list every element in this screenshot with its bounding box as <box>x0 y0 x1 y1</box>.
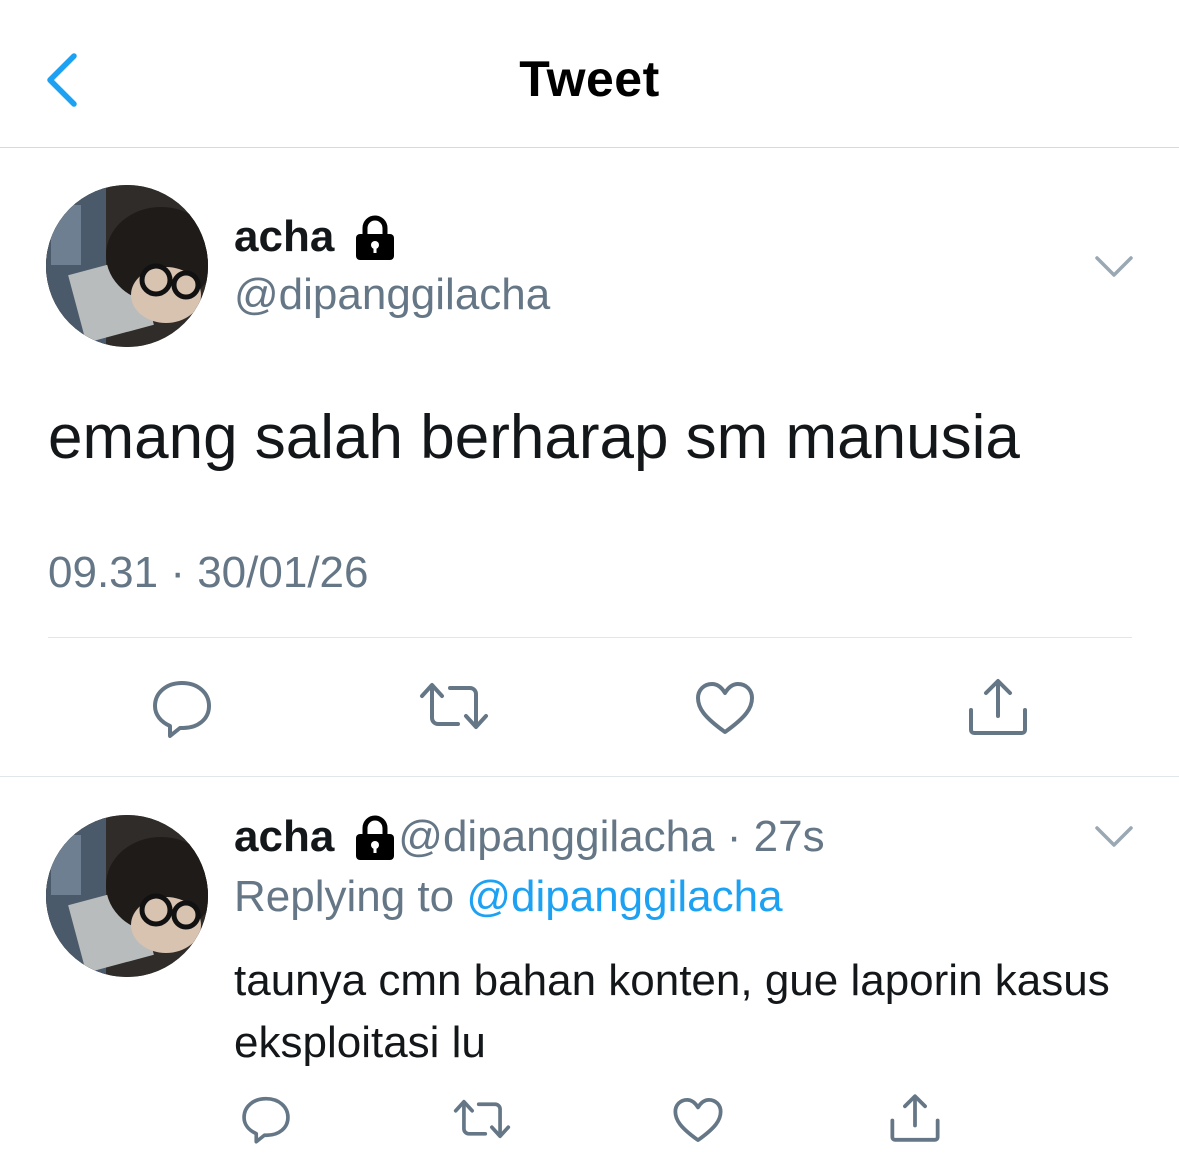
display-name[interactable]: acha <box>234 212 334 262</box>
avatar[interactable] <box>46 185 208 347</box>
lock-icon <box>356 815 394 860</box>
like-icon[interactable] <box>672 1096 724 1144</box>
divider <box>48 637 1132 638</box>
retweet-icon[interactable] <box>418 678 490 734</box>
share-icon[interactable] <box>888 1092 942 1144</box>
chevron-down-icon[interactable] <box>1092 252 1136 282</box>
user-handle[interactable]: @dipanggilacha <box>234 270 550 320</box>
like-icon[interactable] <box>694 680 756 736</box>
reply-header: acha @dipanggilacha · 27s <box>234 812 825 862</box>
tweet-time-ago[interactable]: 27s <box>754 812 825 861</box>
retweet-icon[interactable] <box>452 1096 512 1142</box>
tweet-text: taunya cmn bahan konten, gue laporin kas… <box>234 956 1110 1067</box>
tweet-timestamp[interactable]: 09.31 · 30/01/26 <box>48 548 368 598</box>
user-handle[interactable]: @dipanggilacha <box>398 812 714 861</box>
page-title: Tweet <box>519 51 660 107</box>
mention-link[interactable]: @dipanggilacha <box>466 872 782 921</box>
avatar-photo <box>46 815 208 977</box>
nav-header: Tweet <box>0 0 1179 148</box>
chevron-down-icon[interactable] <box>1092 822 1136 852</box>
share-icon[interactable] <box>966 676 1030 738</box>
reply-icon[interactable] <box>240 1094 292 1144</box>
replying-to-label: Replying to <box>234 872 467 921</box>
lock-icon <box>356 215 394 260</box>
avatar[interactable] <box>46 815 208 977</box>
avatar-photo <box>46 185 208 347</box>
divider <box>0 776 1179 777</box>
display-name[interactable]: acha <box>234 812 334 861</box>
replying-to: Replying to @dipanggilacha <box>234 872 783 922</box>
tweet-text: emang salah berharap sm manusia <box>48 403 1020 472</box>
meta-separator: · <box>714 812 754 861</box>
reply-icon[interactable] <box>150 678 214 738</box>
